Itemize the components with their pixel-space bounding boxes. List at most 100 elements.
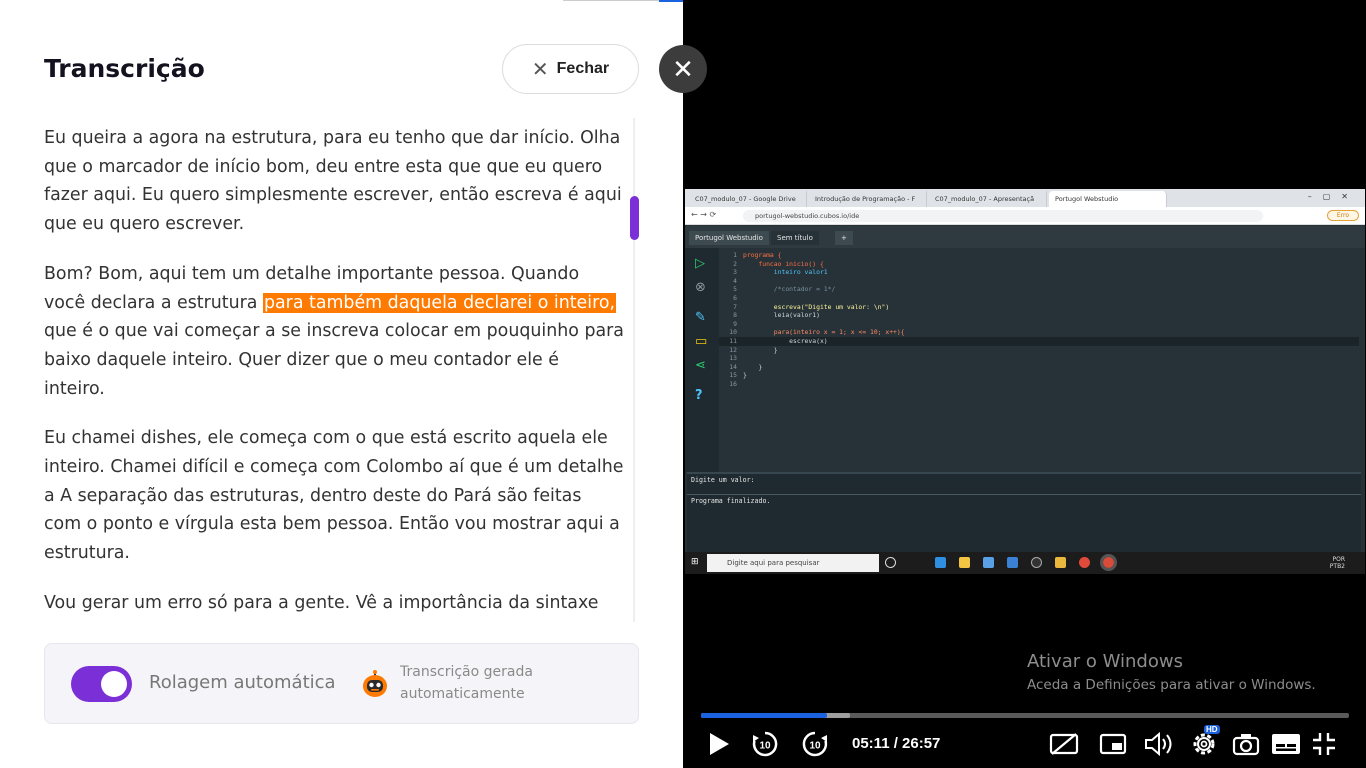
video-frame: C07_modulo_07 - Google Drive Introdução … bbox=[685, 189, 1365, 574]
rewind-10-icon: 10 bbox=[752, 731, 778, 757]
transcript-text: Eu queira a agora na estrutura, para eu … bbox=[44, 124, 624, 622]
close-icon: ✕ bbox=[531, 58, 549, 81]
console-line: Digite um valor: bbox=[691, 476, 755, 484]
explorer-icon bbox=[959, 557, 970, 568]
video-player[interactable]: C07_modulo_07 - Google Drive Introdução … bbox=[683, 0, 1366, 768]
taskbar-search: Digite aqui para pesquisar bbox=[707, 554, 879, 572]
system-tray: POR PTB2 bbox=[1330, 556, 1345, 570]
console-line: Programa finalizado. bbox=[687, 494, 1361, 507]
scrollbar-track[interactable] bbox=[633, 118, 635, 622]
store-icon bbox=[983, 557, 994, 568]
windows-activation-subtitle: Aceda a Definições para ativar o Windows… bbox=[1027, 677, 1316, 693]
screenshot-button[interactable] bbox=[1230, 728, 1262, 760]
video-time: 05:11 / 26:57 bbox=[852, 735, 941, 752]
ide-tab-active: Sem título bbox=[771, 231, 819, 245]
browser-tab-bar: C07_modulo_07 - Google Drive Introdução … bbox=[685, 189, 1365, 207]
rewind-10-button[interactable]: 10 bbox=[749, 728, 781, 760]
close-circle-button[interactable]: ✕ bbox=[659, 45, 707, 93]
paragraph-text: Eu queira a agora na estrutura, para eu … bbox=[44, 128, 622, 235]
browser-tab: C07_modulo_07 - Apresentaçã bbox=[929, 191, 1047, 207]
code-line: 1 programa { bbox=[733, 251, 782, 259]
captions-off-icon bbox=[1049, 733, 1079, 755]
autoscroll-label: Rolagem automática bbox=[149, 672, 336, 693]
folder-icon: ▭ bbox=[695, 334, 708, 349]
code-line: 5 /*contador = 1*/ bbox=[733, 285, 836, 294]
browser-address-bar: ← → ⟳ portugol-webstudio.cubos.io/ide Er… bbox=[685, 207, 1365, 225]
video-progress-bar[interactable] bbox=[701, 713, 1349, 718]
chrome-active-icon bbox=[1100, 554, 1117, 571]
close-transcript-button[interactable]: ✕ Fechar bbox=[502, 44, 639, 94]
code-line: 13 bbox=[729, 354, 737, 363]
edge-icon bbox=[935, 557, 946, 568]
volume-icon bbox=[1145, 731, 1172, 757]
subtitles-icon bbox=[1272, 734, 1300, 754]
debug-icon: ✎ bbox=[695, 310, 706, 325]
current-segment-highlight[interactable]: para também daquela declarei o inteiro, bbox=[262, 292, 617, 313]
picture-in-picture-icon bbox=[1099, 733, 1127, 755]
gear-icon bbox=[1193, 733, 1215, 755]
chrome-icon bbox=[1079, 557, 1090, 568]
browser-tab: Introdução de Programação - F bbox=[809, 191, 927, 207]
robot-icon bbox=[363, 670, 387, 697]
code-line: 4 bbox=[733, 276, 737, 285]
svg-text:10: 10 bbox=[759, 741, 771, 752]
nav-arrows-icon: ← → ⟳ bbox=[691, 210, 717, 219]
dell-icon bbox=[1031, 557, 1042, 568]
transcript-paragraph: Vou gerar um erro só para a gente. Vê a … bbox=[44, 589, 624, 618]
code-line: 6 bbox=[733, 293, 737, 302]
ide-sidebar: ▷ ⊗ ✎ ▭ ⋖ ? bbox=[685, 248, 719, 472]
autoscroll-toggle[interactable] bbox=[71, 666, 132, 702]
code-line: 14 } bbox=[729, 362, 763, 371]
code-line: 7 escreva("Digite um valor: \n") bbox=[733, 302, 890, 311]
help-icon: ? bbox=[695, 388, 703, 403]
code-line: 3 inteiro valor1 bbox=[733, 268, 828, 277]
code-editor: 1 programa { 2 funcao inicio() { 3 inteir… bbox=[719, 251, 1359, 466]
code-line: 10 para(inteiro x = 1; x <= 10; x++){ bbox=[729, 328, 905, 337]
code-line: 8 leia(valor1) bbox=[733, 311, 820, 320]
exit-fullscreen-icon bbox=[1313, 733, 1335, 755]
share-icon: ⋖ bbox=[695, 358, 706, 373]
code-line: 16 bbox=[729, 379, 737, 388]
paragraph-text: Eu chamei dishes, ele começa com o que e… bbox=[44, 428, 624, 564]
exit-fullscreen-button[interactable] bbox=[1309, 728, 1339, 760]
ide-tab: Portugol Webstudio bbox=[689, 231, 769, 245]
browser-error-pill: Erro bbox=[1327, 210, 1359, 221]
pip-button[interactable] bbox=[1097, 728, 1129, 760]
stop-icon: ⊗ bbox=[695, 280, 706, 295]
transcript-paragraph: Bom? Bom, aqui tem um detalhe importante… bbox=[44, 260, 624, 404]
tray-language: POR bbox=[1332, 556, 1345, 563]
transcript-paragraph: Eu queira a agora na estrutura, para eu … bbox=[44, 124, 624, 239]
mail-icon bbox=[1007, 557, 1018, 568]
browser-url: portugol-webstudio.cubos.io/ide bbox=[743, 210, 1263, 222]
progress-played bbox=[701, 713, 827, 718]
windows-activation-title: Ativar o Windows bbox=[1027, 651, 1183, 672]
panel-title: Transcrição bbox=[44, 54, 205, 83]
code-line-current: 11 escreva(x) bbox=[719, 336, 1359, 346]
camera-icon bbox=[1232, 734, 1260, 756]
window-controls: –▢✕ bbox=[1307, 192, 1359, 201]
transcript-panel: Transcrição ✕ Fechar Eu queira a agora n… bbox=[0, 0, 683, 768]
transcript-footer: Rolagem automática Transcrição gerada au… bbox=[44, 643, 639, 724]
browser-tab-active: Portugol Webstudio bbox=[1049, 191, 1167, 207]
captions-off-button[interactable] bbox=[1048, 728, 1080, 760]
play-icon bbox=[710, 733, 729, 755]
forward-10-button[interactable]: 10 bbox=[799, 728, 831, 760]
browser-tab: C07_modulo_07 - Google Drive bbox=[689, 191, 807, 207]
paragraph-text: Vou gerar um erro só para a gente. Vê a … bbox=[44, 592, 599, 613]
ide-console: Digite um valor: Programa finalizado. bbox=[687, 472, 1361, 552]
windows-taskbar: ⊞ Digite aqui para pesquisar POR PTB2 bbox=[685, 552, 1365, 574]
scrollbar-thumb[interactable] bbox=[630, 196, 639, 240]
run-icon: ▷ bbox=[695, 256, 705, 271]
windows-start-icon: ⊞ bbox=[691, 557, 699, 567]
ide-tab-bar: Portugol Webstudio Sem título + bbox=[685, 226, 1365, 248]
tray-layout: PTB2 bbox=[1329, 563, 1345, 570]
code-line: 9 bbox=[733, 319, 737, 328]
code-line: 2 funcao inicio() { bbox=[733, 259, 824, 268]
play-button[interactable] bbox=[703, 728, 735, 760]
close-icon: ✕ bbox=[672, 53, 694, 84]
volume-button[interactable] bbox=[1143, 728, 1175, 760]
cortana-icon bbox=[885, 557, 896, 568]
auto-generated-label: Transcrição gerada automaticamente bbox=[400, 664, 533, 702]
subtitles-button[interactable] bbox=[1270, 728, 1302, 760]
close-button-label: Fechar bbox=[556, 60, 610, 77]
